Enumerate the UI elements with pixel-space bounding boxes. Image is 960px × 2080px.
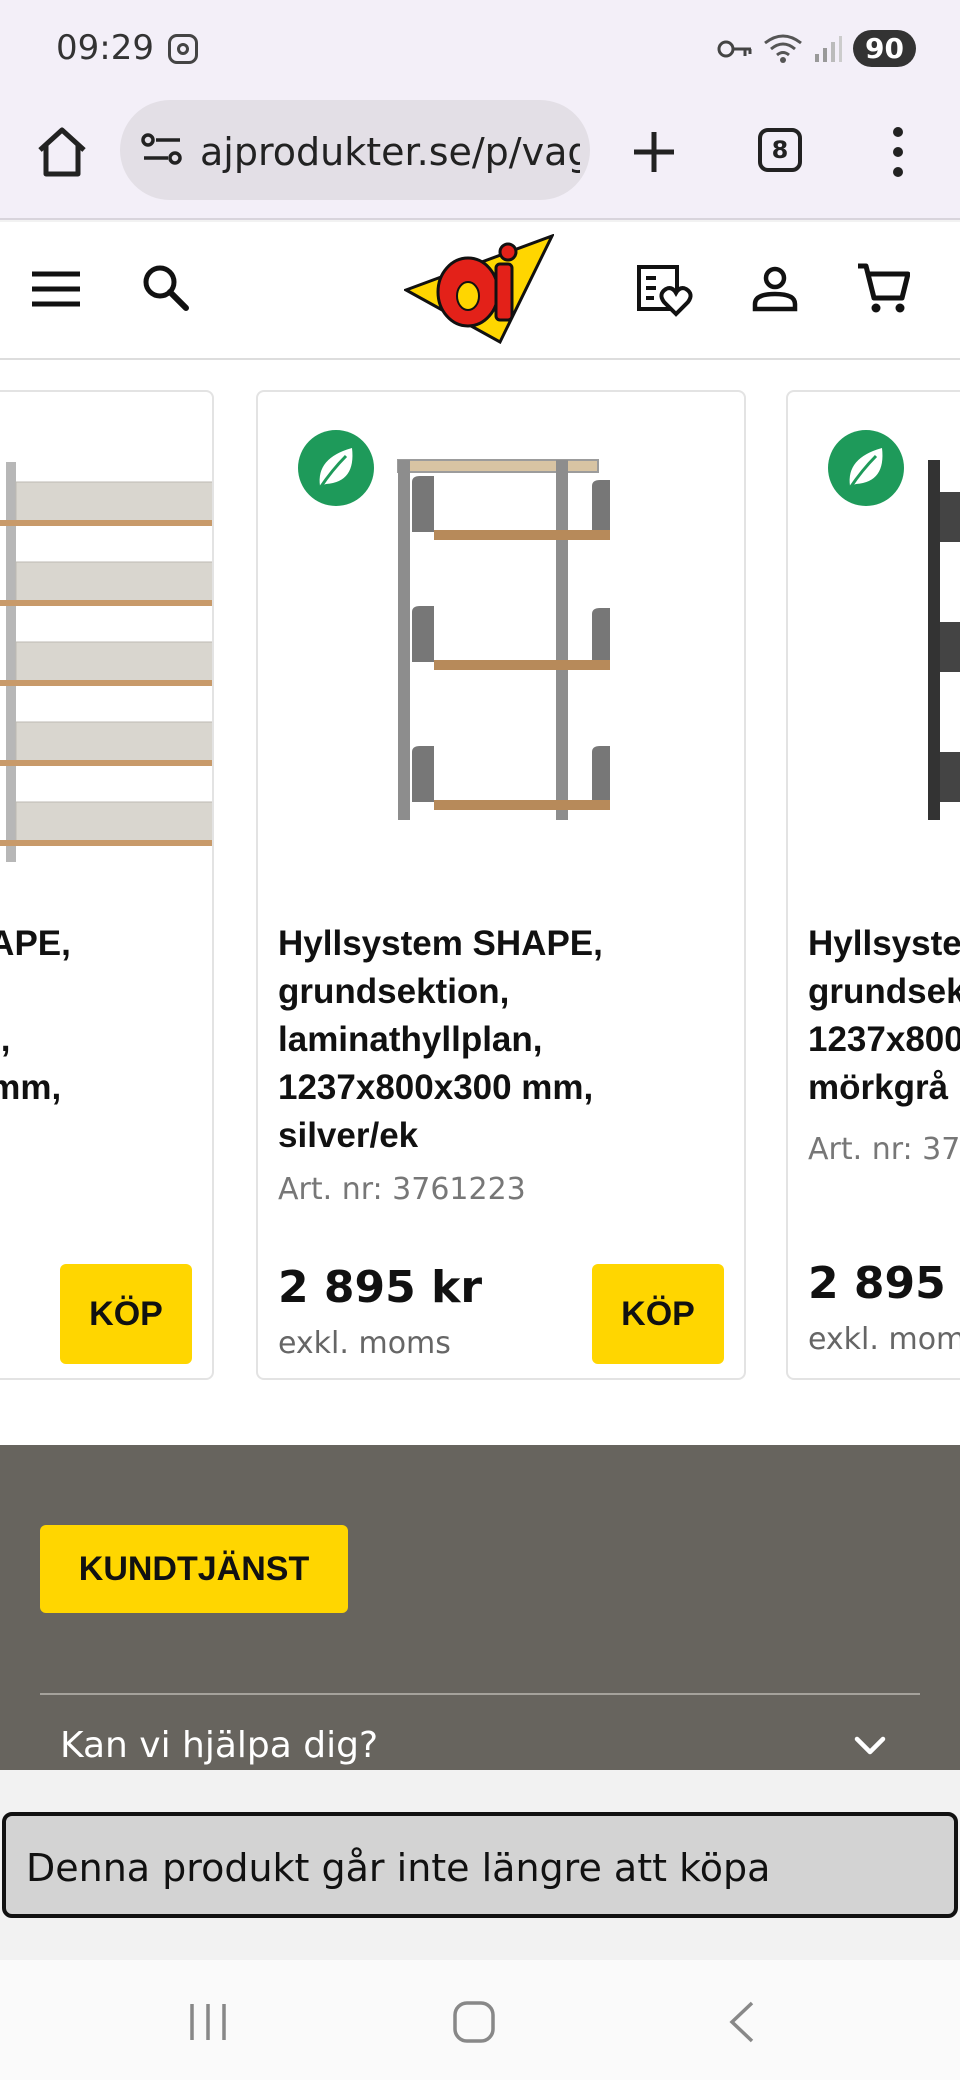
signal-icon <box>815 35 843 62</box>
back-icon[interactable] <box>726 2000 756 2044</box>
article-number: Art. nr: 3761223 <box>278 1172 526 1207</box>
instagram-notification-icon <box>168 34 198 64</box>
battery-indicator: 90 <box>853 30 916 67</box>
help-accordion-heading[interactable]: Kan vi hjälpa dig? <box>60 1725 378 1766</box>
vat-note: exkl. moms <box>278 1326 451 1361</box>
page: 09:29 90 ajprodukter.se/p/vag 8 PE, , m,… <box>0 0 960 2080</box>
address-bar[interactable]: ajprodukter.se/p/vag <box>120 100 590 200</box>
unavailable-message: Denna produkt går inte längre att köpa <box>26 1846 771 1890</box>
banner-area: Denna produkt går inte längre att köpa <box>0 1770 960 1960</box>
vpn-key-icon <box>717 40 752 57</box>
more-options-icon[interactable] <box>886 126 910 178</box>
wifi-icon <box>764 34 802 63</box>
eco-badge <box>828 430 904 506</box>
product-card[interactable]: Hyllsystem SHAPE, grundsektion, 1237x800… <box>786 390 960 1380</box>
footer-divider <box>40 1693 920 1695</box>
product-title[interactable]: Hyllsystem SHAPE, grundsektion, laminath… <box>0 920 186 1112</box>
home-icon[interactable] <box>34 126 90 178</box>
site-settings-icon[interactable] <box>140 132 184 168</box>
cart-icon[interactable] <box>856 262 910 316</box>
product-image <box>928 460 960 820</box>
buy-button[interactable]: KÖP <box>592 1264 724 1364</box>
unavailable-banner: Denna produkt går inte längre att köpa <box>2 1812 958 1918</box>
customer-service-button[interactable]: KUNDTJÄNST <box>40 1525 348 1613</box>
product-image <box>0 462 212 862</box>
url-text: ajprodukter.se/p/vag <box>200 130 580 174</box>
product-card[interactable]: Hyllsystem SHAPE, grundsektion, laminath… <box>256 390 746 1380</box>
vat-note: exkl. moms <box>808 1322 960 1357</box>
status-bar: 09:29 90 <box>0 0 960 96</box>
home-nav-icon[interactable] <box>452 2000 496 2044</box>
search-icon[interactable] <box>140 262 190 312</box>
leaf-icon <box>848 448 883 489</box>
tab-switcher-button[interactable]: 8 <box>758 128 802 172</box>
article-number: Art. nr: 3761224 <box>808 1132 960 1167</box>
leaf-icon <box>318 448 353 489</box>
wishlist-icon[interactable] <box>636 264 694 318</box>
menu-icon[interactable] <box>32 270 80 308</box>
product-title[interactable]: Hyllsystem SHAPE, grundsektion, laminath… <box>278 920 718 1160</box>
system-navigation-bar <box>0 1960 960 2080</box>
product-price: 2 895 kr <box>278 1262 483 1313</box>
product-image <box>397 459 610 820</box>
status-time: 09:29 <box>56 28 154 68</box>
eco-badge <box>298 430 374 506</box>
aj-logo[interactable] <box>404 234 554 344</box>
browser-toolbar: ajprodukter.se/p/vag 8 <box>0 96 960 220</box>
product-card[interactable]: Hyllsystem SHAPE, grundsektion, laminath… <box>0 390 214 1380</box>
new-tab-icon[interactable] <box>632 130 676 174</box>
related-products-carousel[interactable]: Hyllsystem SHAPE, grundsektion, laminath… <box>0 360 960 1445</box>
product-price: 2 895 kr <box>808 1258 960 1309</box>
buy-button[interactable]: KÖP <box>60 1264 192 1364</box>
chevron-down-icon[interactable] <box>854 1735 886 1757</box>
product-title[interactable]: Hyllsystem SHAPE, grundsektion, 1237x800… <box>808 920 960 1112</box>
status-icons: 90 <box>717 30 916 67</box>
footer: KUNDTJÄNST Kan vi hjälpa dig? <box>0 1445 960 1770</box>
site-header <box>0 222 960 360</box>
recent-apps-icon[interactable] <box>186 2002 230 2042</box>
account-icon[interactable] <box>752 266 798 312</box>
